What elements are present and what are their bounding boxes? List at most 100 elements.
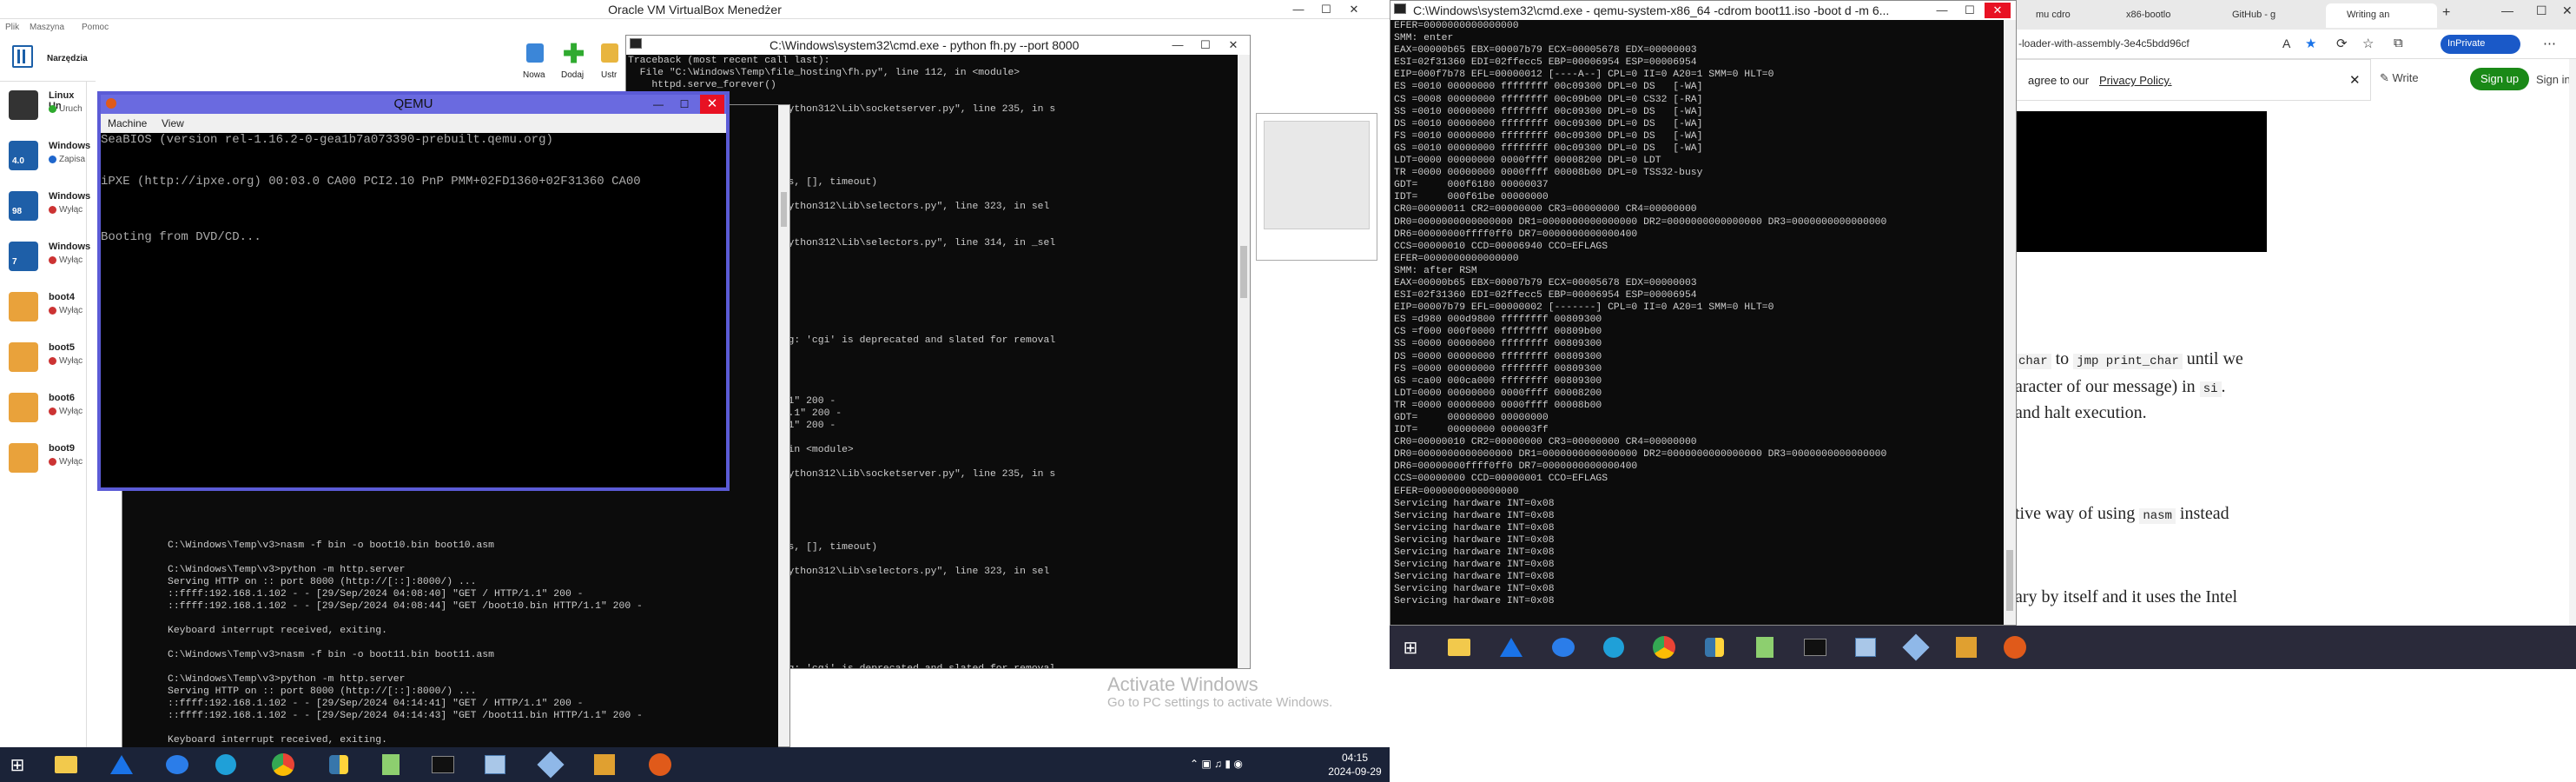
start-icon[interactable]: ⊞ [0,747,35,782]
vbox-titlebar[interactable]: Oracle VM VirtualBox Menedżer — ☐ ✕ [0,0,1390,19]
tab-writing-an[interactable]: Writing an [2326,3,2437,28]
close-button[interactable]: ✕ [700,95,724,114]
settings-vm-button[interactable]: Ustr [599,40,625,83]
chrome-icon[interactable] [1647,630,1681,665]
cmd-qemu-titlebar[interactable]: C:\Windows\system32\cmd.exe - qemu-syste… [1390,1,2016,20]
scrollbar[interactable] [2569,59,2576,634]
menu-plik[interactable]: Plik [5,23,19,32]
notepad-icon[interactable] [1747,630,1782,665]
write-button[interactable]: ✎ Write [2380,71,2419,85]
vm-list-item[interactable]: 7 Windows Wyłąc [0,233,90,283]
scrollbar-thumb[interactable] [781,192,787,227]
maximize-button[interactable]: ☐ [674,95,695,114]
app-icon[interactable] [1949,630,1984,665]
app-icon[interactable] [104,747,139,782]
mail-icon[interactable] [160,747,195,782]
scrollbar[interactable] [778,105,789,746]
clock-time[interactable]: 04:15 [1329,752,1381,764]
start-icon[interactable]: ⊞ [1393,630,1428,665]
read-aloud-icon[interactable]: A [2282,36,2290,50]
terminal-line: GDT= 000f6180 00000037 [1394,180,1549,191]
new-vm-button[interactable]: Nowa [521,40,547,83]
tools-row[interactable]: Narzędzia [0,36,96,82]
file-explorer-icon[interactable] [1442,630,1476,665]
minimize-button[interactable]: — [648,95,669,114]
downloads-icon[interactable]: ⧉ [2394,36,2403,50]
inprivate-badge[interactable]: InPrivate [2441,35,2520,54]
article-text: until we [2182,349,2243,368]
menu-pomoc[interactable]: Pomoc [82,23,109,32]
vm-list-item[interactable]: boot4 Wyłąc [0,283,87,334]
new-tab-button[interactable]: + [2442,5,2450,21]
cube-icon[interactable] [1899,630,1933,665]
edge-icon[interactable] [1596,630,1631,665]
menu-machine[interactable]: Machine [108,117,147,129]
qemu-titlebar[interactable]: QEMU — ☐ ✕ [101,95,726,114]
close-button[interactable]: ✕ [1220,37,1246,53]
scrollbar[interactable] [2004,20,2016,625]
vm-list-item[interactable]: Linux UnUruch [0,82,87,132]
menu-view[interactable]: View [162,117,184,129]
vm-list-item[interactable]: 4.0 Windows Zapisa [0,132,90,182]
scrollbar-thumb[interactable] [2006,550,2013,611]
mail-icon[interactable] [1546,630,1581,665]
app-icon[interactable] [587,747,622,782]
python-icon[interactable] [321,747,356,782]
article-text: . [2221,377,2226,396]
python-icon[interactable] [1697,630,1732,665]
file-explorer-icon[interactable] [49,747,83,782]
preview-thumbnail[interactable] [1256,113,1377,261]
virtualbox-icon[interactable] [478,747,512,782]
qemu-taskbar-icon[interactable] [1998,630,2032,665]
close-icon[interactable]: ✕ [2349,72,2361,88]
tray-icons[interactable]: ⌃ ▣ ♫ ▮ ◉ [1190,758,1243,770]
favorite-star-icon[interactable]: ★ [2305,36,2316,51]
signin-link[interactable]: Sign in [2536,73,2571,86]
refresh-icon[interactable]: ⟳ [2336,36,2348,51]
cube-icon[interactable] [533,747,568,782]
url-text[interactable]: -loader-with-assembly-3e4c5bdd96cf [2018,37,2190,50]
add-vm-button[interactable]: ✚ Dodaj [559,40,585,83]
scrollbar-thumb[interactable] [1240,246,1247,298]
minimize-button[interactable]: — [1929,3,1955,18]
minimize-button[interactable]: — [2501,3,2513,17]
terminal-line: Servicing hardware INT=0x08 [1394,572,1555,583]
vm-list-item[interactable]: boot6 Wyłąc [0,384,87,434]
scrollbar[interactable] [1238,55,1250,668]
qemu-window[interactable]: QEMU — ☐ ✕ Machine View SeaBIOS (version… [97,91,730,491]
menu-maszyna[interactable]: Maszyna [30,23,64,32]
privacy-policy-link[interactable]: Privacy Policy. [2099,74,2172,87]
minimize-button[interactable]: — [1165,37,1191,53]
more-menu-icon[interactable]: ⋯ [2543,36,2556,51]
maximize-button[interactable]: ☐ [1957,3,1983,18]
close-button[interactable]: ✕ [1341,2,1367,17]
collections-icon[interactable]: ☆ [2362,36,2374,51]
clock-date[interactable]: 2024-09-29 [1320,765,1390,778]
cmd-window-qemu[interactable]: C:\Windows\system32\cmd.exe - qemu-syste… [1390,0,2017,626]
close-button[interactable]: ✕ [2562,3,2573,18]
vm-list-item[interactable]: boot9 Wyłąc [0,434,87,485]
notepad-icon[interactable] [373,747,408,782]
signup-button[interactable]: Sign up [2470,68,2529,90]
vm-name: boot9 [49,443,75,454]
minimize-button[interactable]: — [1285,2,1311,17]
app-icon[interactable] [1494,630,1529,665]
terminal-icon[interactable] [426,747,460,782]
edge-icon[interactable] [208,747,243,782]
vm-list-item[interactable]: boot5 Wyłąc [0,334,87,384]
tab-mu-cdrom[interactable]: mu cdro [2015,3,2102,28]
close-button[interactable]: ✕ [1985,3,2011,18]
tab-github[interactable]: GitHub - g [2211,3,2322,28]
vm-list-item[interactable]: 98 Windows Wyłąc [0,182,90,233]
browser-window[interactable]: mu cdro x86-bootlo GitHub - g Writing an… [2015,0,2576,634]
terminal-icon[interactable] [1798,630,1833,665]
cmd-python-titlebar[interactable]: C:\Windows\system32\cmd.exe - python fh.… [626,36,1250,55]
virtualbox-icon[interactable] [1848,630,1883,665]
chrome-icon[interactable] [266,747,301,782]
qemu-vm-display[interactable]: SeaBIOS (version rel-1.16.2-0-gea1b7a073… [101,133,726,487]
maximize-button[interactable]: ☐ [2536,3,2547,18]
maximize-button[interactable]: ☐ [1313,2,1339,17]
maximize-button[interactable]: ☐ [1192,37,1219,53]
tab-x86-bootloader[interactable]: x86-bootlo [2105,3,2208,28]
qemu-taskbar-icon[interactable] [643,747,677,782]
